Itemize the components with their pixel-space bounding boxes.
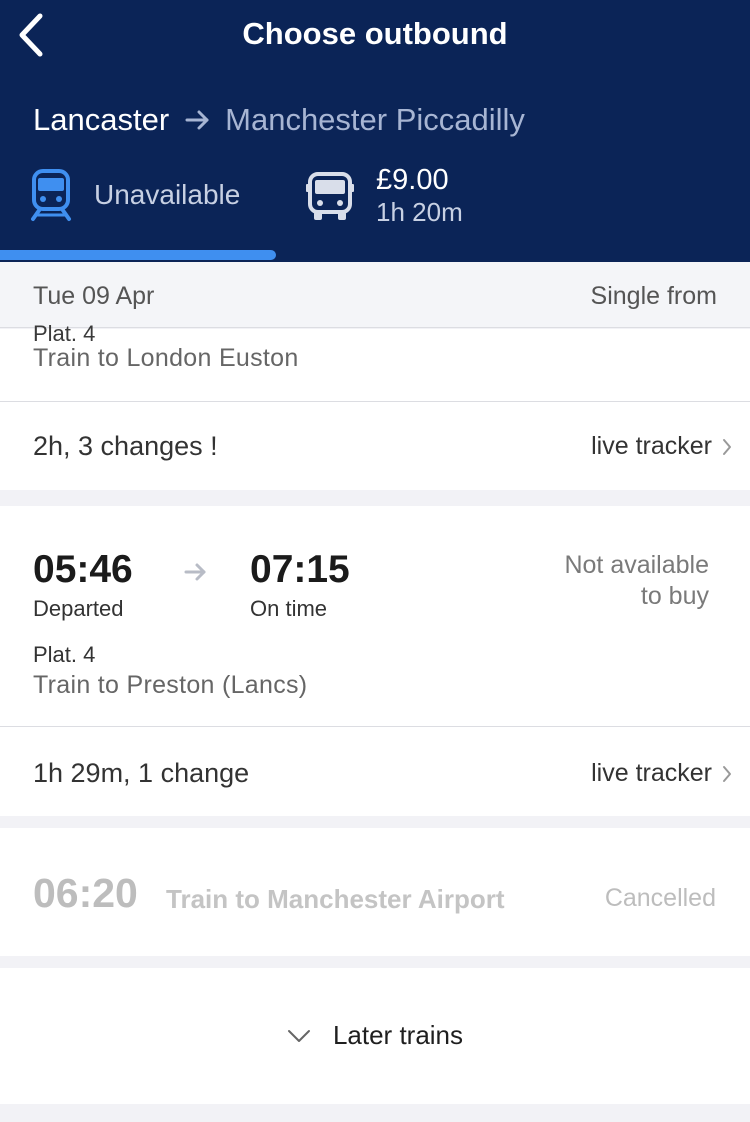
- chevron-down-icon: [287, 1029, 310, 1042]
- later-trains-row: Later trains: [0, 1020, 750, 1051]
- chevron-right-icon: [723, 438, 731, 455]
- later-trains-button[interactable]: Later trains: [0, 968, 750, 1104]
- journey-card-cancelled[interactable]: 06:20 Train to Manchester Airport Cancel…: [0, 828, 750, 956]
- destination-station: Manchester Piccadilly: [225, 102, 525, 137]
- date-bar: Tue 09 Apr Single from: [0, 262, 750, 328]
- platform-label: Plat. 4: [33, 642, 96, 667]
- journey-card[interactable]: 05:46 Departed 07:15 On time Not availab…: [0, 506, 750, 816]
- header: Choose outbound Lancaster Manchester Pic…: [0, 0, 750, 262]
- bus-price: £9.00: [376, 164, 449, 196]
- departure-time: 06:20: [33, 870, 138, 916]
- live-tracker-link[interactable]: live tracker: [591, 432, 732, 461]
- divider: [0, 401, 750, 402]
- tab-bus[interactable]: £9.00 1h 20m: [306, 164, 463, 228]
- tab-train[interactable]: Unavailable: [30, 168, 240, 222]
- arrival-status: On time: [250, 596, 328, 621]
- origin-station: Lancaster: [33, 102, 170, 137]
- travel-date: Tue 09 Apr: [33, 282, 155, 310]
- fare-label: Single from: [590, 282, 717, 310]
- arrow-right-icon: [184, 563, 206, 581]
- train-destination: Train to Manchester Airport: [166, 884, 505, 914]
- later-trains-label: Later trains: [332, 1020, 464, 1050]
- live-tracker-label: live tracker: [591, 759, 712, 787]
- chevron-right-icon: [723, 765, 731, 782]
- availability-line: to buy: [640, 582, 709, 610]
- bus-tab-text: £9.00 1h 20m: [376, 164, 463, 228]
- arrival-time: 07:15: [250, 548, 350, 591]
- journey-summary: 2h, 3 changes !: [33, 431, 218, 461]
- bus-duration: 1h 20m: [376, 197, 463, 227]
- availability-line: Not available: [564, 551, 709, 579]
- train-destination: Train to Preston (Lancs): [33, 671, 308, 699]
- divider: [0, 726, 750, 727]
- arrow-right-icon: [185, 110, 209, 130]
- departure-status: Departed: [33, 596, 124, 621]
- cancelled-status: Cancelled: [604, 884, 716, 912]
- train-destination: Train to London Euston: [33, 344, 299, 372]
- journey-card[interactable]: Plat. 4 Train to London Euston 2h, 3 cha…: [0, 321, 750, 490]
- active-tab-indicator: [0, 250, 276, 260]
- train-tab-label: Unavailable: [94, 179, 241, 210]
- live-tracker-link[interactable]: live tracker: [591, 759, 732, 788]
- route: Lancaster Manchester Piccadilly: [33, 102, 525, 138]
- live-tracker-label: live tracker: [591, 432, 712, 460]
- page-title: Choose outbound: [242, 16, 508, 51]
- bus-icon: [306, 172, 354, 220]
- journey-summary: 1h 29m, 1 change: [33, 758, 250, 788]
- train-icon: [31, 169, 71, 221]
- departure-time: 05:46: [33, 548, 133, 591]
- availability-status: Not available to buy: [564, 550, 709, 612]
